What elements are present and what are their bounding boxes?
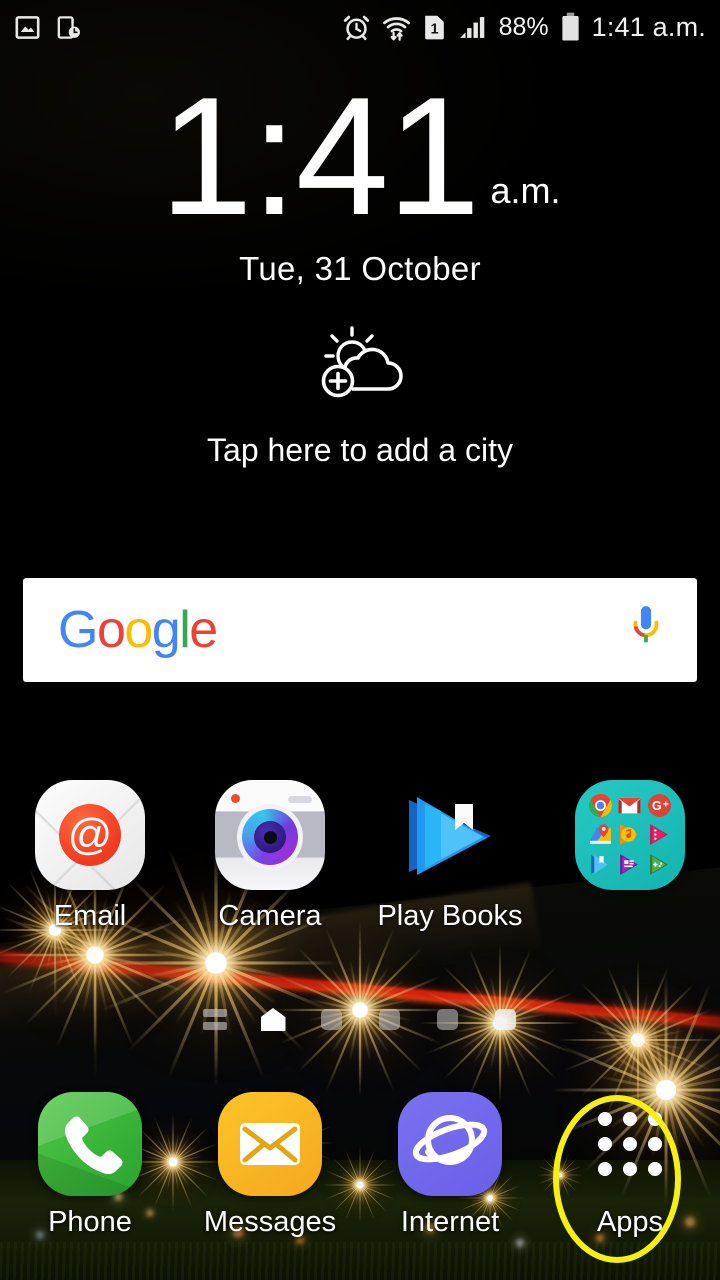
dock-label: Phone (48, 1206, 132, 1238)
page-indicator-3[interactable] (360, 1009, 418, 1030)
svg-text:1: 1 (430, 22, 438, 38)
folder-app-play-books (588, 852, 613, 877)
status-bar[interactable]: 1 88% 1:41 a.m. (0, 0, 720, 54)
play-books-icon[interactable] (395, 780, 505, 890)
camera-icon[interactable] (215, 780, 325, 890)
dock-label: Messages (203, 1206, 337, 1238)
wallpaper-bokeh-light (516, 1239, 524, 1247)
page-indicator-4[interactable] (418, 1009, 476, 1030)
google-logo-letter: G (58, 601, 98, 659)
folder-app-play-newsstand (617, 852, 642, 877)
google-logo-letter: g (151, 601, 181, 659)
battery-icon (560, 12, 581, 42)
folder-app-chrome (588, 793, 613, 818)
app-item-play-books[interactable]: Play Books (360, 780, 540, 933)
page-indicator-feed[interactable] (186, 1009, 244, 1030)
folder-app-google-plus: G + (647, 793, 672, 818)
svg-text:+: + (663, 799, 669, 810)
internet-icon[interactable] (398, 1092, 502, 1196)
dock-item-messages[interactable]: Messages (180, 1092, 360, 1239)
camera-lens (237, 804, 303, 871)
weather-widget[interactable]: Tap here to add a city (0, 325, 720, 469)
battery-percent-label: 88% (498, 12, 549, 41)
status-bar-clock: 1:41 a.m. (591, 11, 706, 42)
folder-app-play-movies (647, 822, 672, 847)
microphone-icon[interactable] (629, 604, 663, 657)
status-bar-left-icons (14, 14, 82, 41)
home-page-icon (260, 1008, 286, 1031)
home-app-grid: @ Email Camera Play Books G + (0, 780, 720, 933)
status-bar-right-icons: 1 88% 1:41 a.m. (342, 12, 706, 43)
svg-text:G: G (652, 799, 662, 813)
clock-ampm: a.m. (490, 170, 561, 212)
app-label: Play Books (377, 900, 523, 932)
dock-label: Apps (596, 1206, 664, 1238)
camera-indicator-dot (231, 794, 240, 803)
feed-page-icon (203, 1009, 227, 1030)
screenshot-captured-icon (14, 14, 41, 41)
dock: Phone Messages Internet Apps (0, 1092, 720, 1239)
dock-item-internet[interactable]: Internet (360, 1092, 540, 1239)
wallpaper-grass (0, 1242, 720, 1280)
clock-date: Tue, 31 October (239, 250, 481, 288)
clock-time-row: 1:41 a.m. (0, 62, 720, 250)
google-logo-letter: o (96, 601, 126, 659)
email-at-symbol: @ (59, 804, 121, 866)
email-icon[interactable]: @ (35, 780, 145, 890)
dock-item-apps[interactable]: Apps (540, 1092, 720, 1239)
signal-bars-icon (458, 14, 488, 41)
folder-app-maps (588, 822, 613, 847)
clock-time: 1:41 (159, 62, 481, 250)
dock-label: Internet (400, 1206, 500, 1238)
folder-app-play-games (647, 852, 672, 877)
sim-card-icon: 1 (422, 13, 447, 41)
sun-cloud-add-icon (300, 326, 420, 415)
app-label: Camera (218, 900, 322, 932)
folder-app-play-music (617, 822, 642, 847)
google-logo: Google (58, 601, 218, 659)
dock-item-phone[interactable]: Phone (0, 1092, 180, 1239)
phone-icon[interactable] (38, 1092, 142, 1196)
camera-flash-bar (288, 796, 312, 803)
weather-add-city-label: Tap here to add a city (207, 432, 513, 468)
apps-grid-icon[interactable] (578, 1092, 682, 1196)
folder-app-gmail (617, 793, 642, 818)
google-logo-letter: l (179, 601, 191, 659)
google-logo-letter: e (189, 601, 218, 659)
screen-timeout-icon (55, 14, 82, 41)
app-item-camera[interactable]: Camera (180, 780, 360, 933)
page-indicator-2[interactable] (302, 1009, 360, 1030)
folder-app-previews: G + (587, 792, 673, 878)
google-search-bar[interactable]: Google (23, 578, 697, 682)
clock-widget[interactable]: 1:41 a.m. Tue, 31 October (0, 62, 720, 288)
page-indicator-home[interactable] (244, 1008, 302, 1031)
app-item-email[interactable]: @ Email (0, 780, 180, 933)
wifi-transfer-icon (382, 13, 411, 42)
google-logo-letter: o (124, 601, 153, 659)
page-indicators[interactable] (0, 1008, 720, 1031)
app-item-google-folder[interactable]: G + (540, 780, 720, 933)
wallpaper-lamp-post (54, 938, 57, 1018)
alarm-icon (342, 13, 371, 42)
messages-icon[interactable] (218, 1092, 322, 1196)
google-folder-icon[interactable]: G + (575, 780, 685, 890)
page-indicator-5[interactable] (476, 1009, 534, 1030)
app-label: Email (53, 900, 127, 932)
wallpaper-lamp-post (499, 1031, 502, 1091)
